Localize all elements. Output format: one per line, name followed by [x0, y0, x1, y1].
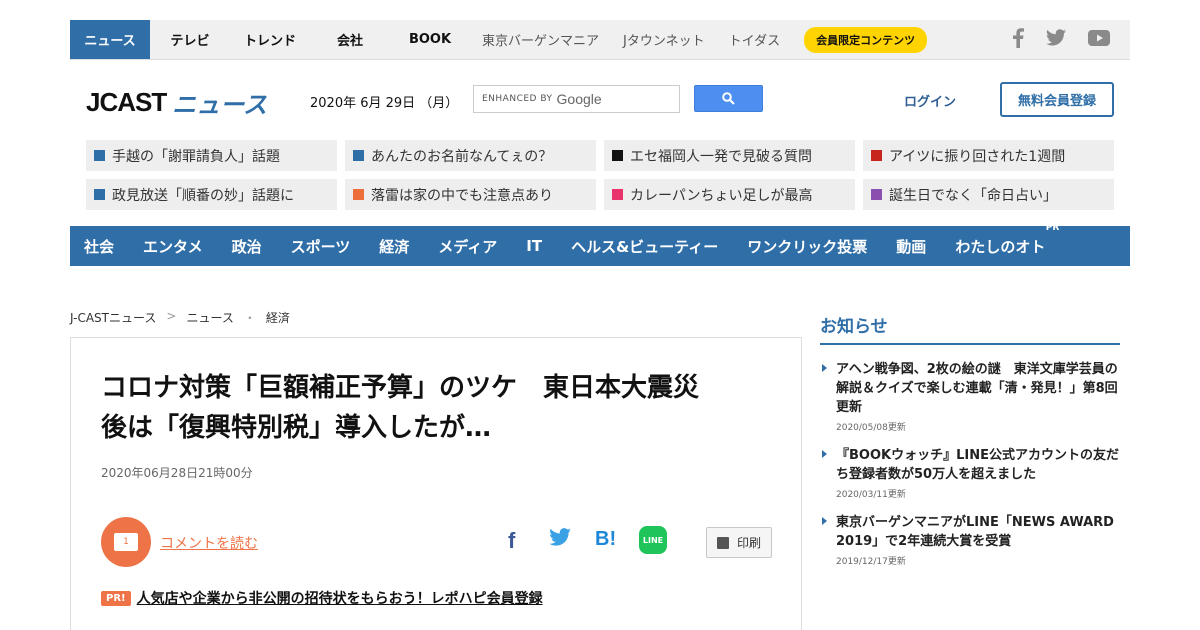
- tab-book[interactable]: BOOK: [390, 20, 470, 59]
- pr-tag: PR: [1045, 222, 1060, 233]
- nav-entertainment[interactable]: エンタメ: [143, 236, 203, 257]
- notice-text: 東京バーゲンマニアがLINE「NEWS AWARD 2019」で2年連続大賞を受…: [836, 515, 1114, 549]
- category-marker: [353, 189, 364, 200]
- article-card: コロナ対策「巨額補正予算」のツケ 東日本大震災 後は「復興特別税」導入したが… …: [70, 337, 802, 630]
- trending-item[interactable]: 手越の「謝罪請負人」話題: [86, 140, 337, 171]
- facebook-share-icon[interactable]: f: [508, 528, 515, 554]
- social-links: [1012, 27, 1110, 52]
- bullet-arrow-icon: [822, 450, 827, 458]
- search-enhanced-label: ENHANCED BY: [482, 94, 553, 104]
- nav-sports[interactable]: スポーツ: [291, 236, 351, 257]
- headline-line-1: コロナ対策「巨額補正予算」のツケ 東日本大震災: [101, 373, 700, 403]
- top-bar: ニュース テレビ トレンド 会社 BOOK 東京バーゲンマニア Jタウンネット …: [70, 20, 1130, 60]
- partner-link-jtown[interactable]: Jタウンネット: [611, 20, 717, 59]
- breadcrumb-economy[interactable]: 経済: [266, 309, 290, 326]
- nav-one-click-vote[interactable]: ワンクリック投票: [747, 236, 867, 257]
- trending-item[interactable]: エセ福岡人一発で見破る質問: [604, 140, 855, 171]
- publish-date: 2020年06月28日21時00分: [101, 466, 253, 480]
- logo-news: ニュース: [172, 91, 268, 119]
- nav-economy[interactable]: 経済: [379, 236, 409, 257]
- print-button[interactable]: 印刷: [706, 527, 772, 558]
- nav-politics[interactable]: 政治: [232, 236, 262, 257]
- tab-news[interactable]: ニュース: [70, 20, 150, 59]
- trending-item[interactable]: アイツに振り回された1週間: [863, 140, 1114, 171]
- register-button[interactable]: 無料会員登録: [1000, 82, 1114, 117]
- category-marker: [94, 189, 105, 200]
- notice-item[interactable]: アヘン戦争図、2枚の絵の謎 東洋文庫学芸員の解説＆クイズで楽しむ連載「清・発見！…: [820, 360, 1120, 433]
- partner-link-toidas[interactable]: トイダス: [717, 20, 792, 59]
- category-marker: [612, 189, 623, 200]
- bullet-arrow-icon: [822, 517, 827, 525]
- line-share-icon[interactable]: LINE: [639, 526, 667, 554]
- breadcrumb-home[interactable]: J-CASTニュース: [70, 309, 156, 326]
- nav-it[interactable]: IT: [526, 237, 542, 255]
- trending-topics: 手越の「謝罪請負人」話題 あんたのお名前なんてぇの？ エセ福岡人一発で見破る質問…: [86, 140, 1114, 210]
- nav-watashi-label: わたしのオト: [955, 237, 1046, 256]
- comment-icon[interactable]: 1: [101, 517, 151, 567]
- tab-tv[interactable]: テレビ: [150, 20, 230, 59]
- headline-line-2: 後は「復興特別税」導入したが…: [101, 413, 492, 443]
- category-marker: [871, 189, 882, 200]
- twitter-share-icon[interactable]: [549, 528, 571, 551]
- category-marker: [871, 150, 882, 161]
- current-date: 2020年 6月 29日 （月）: [310, 96, 459, 111]
- login-link[interactable]: ログイン: [904, 91, 956, 110]
- print-label: 印刷: [736, 536, 761, 550]
- site-logo[interactable]: JCAST ニュース: [86, 82, 267, 122]
- logo-jcast: JCAST: [86, 86, 167, 117]
- nav-society[interactable]: 社会: [84, 236, 114, 257]
- tab-company[interactable]: 会社: [310, 20, 390, 59]
- breadcrumb-separator: >: [166, 309, 177, 323]
- notice-item[interactable]: 『BOOKウォッチ』LINE公式アカウントの友だち登録者数が50万人を超えました…: [820, 446, 1120, 500]
- search-google-label: Google: [556, 91, 602, 107]
- printer-icon: [716, 536, 729, 549]
- breadcrumb: J-CASTニュース > ニュース ・ 経済: [70, 309, 290, 326]
- facebook-icon[interactable]: [1012, 27, 1024, 52]
- notice-title: お知らせ: [820, 317, 888, 337]
- notice-date: 2019/12/17更新: [836, 557, 906, 567]
- nav-health-beauty[interactable]: ヘルス&ビューティー: [571, 236, 718, 257]
- pr-text: 人気店や企業から非公開の招待状をもらおう！レポハピ会員登録: [136, 591, 543, 607]
- category-marker: [353, 150, 364, 161]
- partner-link-bargain[interactable]: 東京バーゲンマニア: [470, 20, 611, 59]
- notice-list: アヘン戦争図、2枚の絵の謎 東洋文庫学芸員の解説＆クイズで楽しむ連載「清・発見！…: [820, 360, 1120, 580]
- category-nav: 社会 エンタメ 政治 スポーツ 経済 メディア IT ヘルス&ビューティー ワン…: [70, 223, 1130, 266]
- youtube-icon[interactable]: [1088, 29, 1110, 50]
- search-button[interactable]: [694, 85, 763, 112]
- pr-link[interactable]: PR! 人気店や企業から非公開の招待状をもらおう！レポハピ会員登録: [101, 588, 543, 608]
- comment-count: 1: [114, 533, 138, 551]
- notice-date: 2020/05/08更新: [836, 423, 906, 433]
- trending-item[interactable]: カレーパンちょい足しが最高: [604, 179, 855, 210]
- notice-date: 2020/03/11更新: [836, 490, 906, 500]
- category-marker: [612, 150, 623, 161]
- member-content-button[interactable]: 会員限定コンテンツ: [804, 26, 928, 53]
- search-input[interactable]: ENHANCED BY Google: [473, 85, 680, 113]
- twitter-icon[interactable]: [1046, 29, 1066, 50]
- tab-trend[interactable]: トレンド: [230, 20, 310, 59]
- notice-item[interactable]: 東京バーゲンマニアがLINE「NEWS AWARD 2019」で2年連続大賞を受…: [820, 513, 1120, 567]
- read-comments-link[interactable]: コメントを読む: [160, 533, 258, 553]
- trending-item[interactable]: あんたのお名前なんてぇの？: [345, 140, 596, 171]
- pr-badge: PR!: [101, 590, 131, 606]
- hatena-bookmark-icon[interactable]: B!: [595, 528, 616, 551]
- nav-video[interactable]: 動画: [896, 236, 926, 257]
- notice-text: アヘン戦争図、2枚の絵の謎 東洋文庫学芸員の解説＆クイズで楽しむ連載「清・発見！…: [836, 362, 1118, 415]
- trending-item[interactable]: 落雷は家の中でも注意点あり: [345, 179, 596, 210]
- bullet-arrow-icon: [822, 364, 827, 372]
- trending-item[interactable]: 政見放送「順番の妙」話題に: [86, 179, 337, 210]
- nav-watashi-no-oto[interactable]: わたしのオト PR: [955, 223, 1059, 257]
- trending-item[interactable]: 誕生日でなく「命日占い」: [863, 179, 1114, 210]
- notice-divider: [820, 343, 1120, 345]
- notice-text: 『BOOKウォッチ』LINE公式アカウントの友だち登録者数が50万人を超えました: [836, 448, 1119, 482]
- category-marker: [94, 150, 105, 161]
- nav-media[interactable]: メディア: [438, 236, 497, 257]
- breadcrumb-dot: ・: [243, 311, 256, 325]
- article-headline: コロナ対策「巨額補正予算」のツケ 東日本大震災 後は「復興特別税」導入したが…: [101, 368, 781, 448]
- search-icon: [722, 92, 735, 105]
- breadcrumb-news[interactable]: ニュース: [186, 309, 233, 326]
